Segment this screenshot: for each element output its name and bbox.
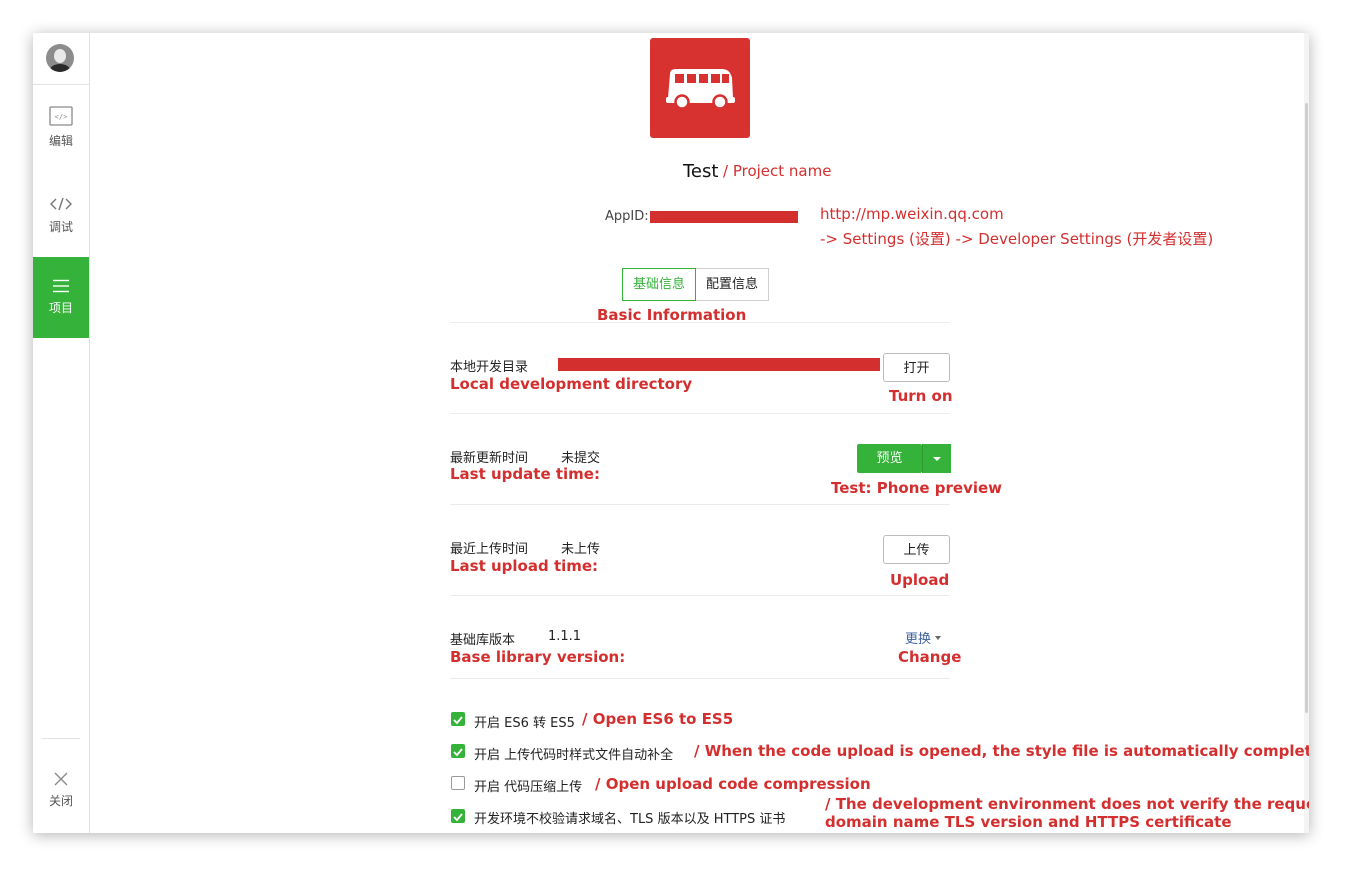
tab-basic-info[interactable]: 基础信息 xyxy=(622,268,697,301)
style-autocomplete-checkbox[interactable] xyxy=(451,744,465,758)
tab-config-info[interactable]: 配置信息 xyxy=(696,268,770,301)
close-button[interactable]: 关闭 xyxy=(33,753,89,823)
sidebar-item-editor[interactable]: </> 编辑 xyxy=(33,85,89,166)
scrollbar-thumb[interactable] xyxy=(1305,103,1308,713)
divider xyxy=(450,413,950,414)
skip-domain-check-checkbox[interactable] xyxy=(451,809,465,823)
skip-domain-check-label: 开发环境不校验请求域名、TLS 版本以及 HTTPS 证书 xyxy=(474,812,786,827)
last-update-label: 最新更新时间 xyxy=(450,451,529,466)
sidebar-item-debug[interactable]: 调试 xyxy=(33,176,89,257)
avatar[interactable] xyxy=(46,44,74,72)
appid-label: AppID: xyxy=(605,209,649,224)
last-update-annotation: Last update time: xyxy=(450,465,600,483)
svg-text:</>: </> xyxy=(55,113,68,121)
sidebar-item-label: 调试 xyxy=(48,220,73,234)
style-autocomplete-annotation: / When the code upload is opened, the st… xyxy=(694,742,1309,760)
app-icon xyxy=(650,38,750,138)
skip-domain-check-annotation-line2: domain name TLS version and HTTPS certif… xyxy=(825,813,1232,831)
app-window: </> 编辑 调试 项目 关闭 Test / Project name AppI… xyxy=(33,33,1309,833)
base-lib-value: 1.1.1 xyxy=(548,629,582,644)
base-lib-annotation: Base library version: xyxy=(450,648,626,666)
base-lib-label: 基础库版本 xyxy=(450,633,516,648)
sidebar-item-label: 编辑 xyxy=(48,134,73,148)
change-link-annotation: Change xyxy=(898,648,962,666)
sidebar-item-label: 项目 xyxy=(48,301,73,315)
local-dir-annotation: Local development directory xyxy=(450,375,693,393)
code-compression-checkbox[interactable] xyxy=(451,776,465,790)
last-upload-label: 最近上传时间 xyxy=(450,542,529,557)
es6-checkbox[interactable] xyxy=(451,712,465,726)
scrollbar[interactable] xyxy=(1304,33,1309,833)
project-name: Test xyxy=(683,161,719,182)
checkmark-icon xyxy=(453,813,463,822)
editor-icon: </> xyxy=(49,106,73,126)
divider xyxy=(450,322,950,323)
project-name-annotation: / Project name xyxy=(723,162,832,180)
upload-button-annotation: Upload xyxy=(890,571,950,589)
upload-button[interactable]: 上传 xyxy=(883,535,950,564)
caret-down-icon xyxy=(933,457,941,461)
appid-redacted xyxy=(650,211,798,223)
checkmark-icon xyxy=(453,716,463,725)
project-panel: Test / Project name AppID: http://mp.wei… xyxy=(90,33,1309,833)
divider xyxy=(450,504,950,505)
checkmark-icon xyxy=(453,748,463,757)
local-dir-redacted xyxy=(558,358,880,371)
divider xyxy=(450,678,950,679)
caret-down-icon xyxy=(935,636,942,640)
local-dir-label: 本地开发目录 xyxy=(450,360,529,375)
code-compression-annotation: / Open upload code compression xyxy=(595,775,871,793)
divider xyxy=(450,595,950,596)
debug-code-icon xyxy=(50,197,72,211)
open-button-annotation: Turn on xyxy=(889,387,953,405)
appid-hint-url: http://mp.weixin.qq.com xyxy=(820,205,1004,223)
last-update-value: 未提交 xyxy=(561,451,601,466)
code-compression-label: 开启 代码压缩上传 xyxy=(474,780,583,795)
sidebar-item-project[interactable]: 项目 xyxy=(33,257,89,338)
es6-option-label: 开启 ES6 转 ES5 xyxy=(474,716,575,731)
preview-button[interactable]: 预览 xyxy=(857,444,922,473)
skip-domain-check-annotation-line1: / The development environment does not v… xyxy=(825,795,1309,813)
project-menu-icon xyxy=(53,279,69,293)
appid-hint-path: -> Settings (设置) -> Developer Settings (… xyxy=(820,230,1214,248)
last-upload-annotation: Last upload time: xyxy=(450,557,599,575)
change-link[interactable]: 更换 xyxy=(905,628,943,647)
close-label: 关闭 xyxy=(48,794,73,808)
es6-option-annotation: / Open ES6 to ES5 xyxy=(582,710,734,728)
tab-bar: 基础信息 配置信息 xyxy=(622,268,770,301)
style-autocomplete-label: 开启 上传代码时样式文件自动补全 xyxy=(474,748,674,763)
preview-button-annotation: Test: Phone preview xyxy=(831,479,1003,497)
preview-dropdown-button[interactable] xyxy=(922,444,951,473)
last-upload-value: 未上传 xyxy=(561,542,601,557)
sidebar: </> 编辑 调试 项目 关闭 xyxy=(33,33,90,833)
close-icon xyxy=(54,772,68,786)
open-button[interactable]: 打开 xyxy=(883,353,950,382)
sidebar-divider xyxy=(42,738,80,739)
bus-icon xyxy=(666,69,735,110)
change-link-label: 更换 xyxy=(905,632,932,647)
